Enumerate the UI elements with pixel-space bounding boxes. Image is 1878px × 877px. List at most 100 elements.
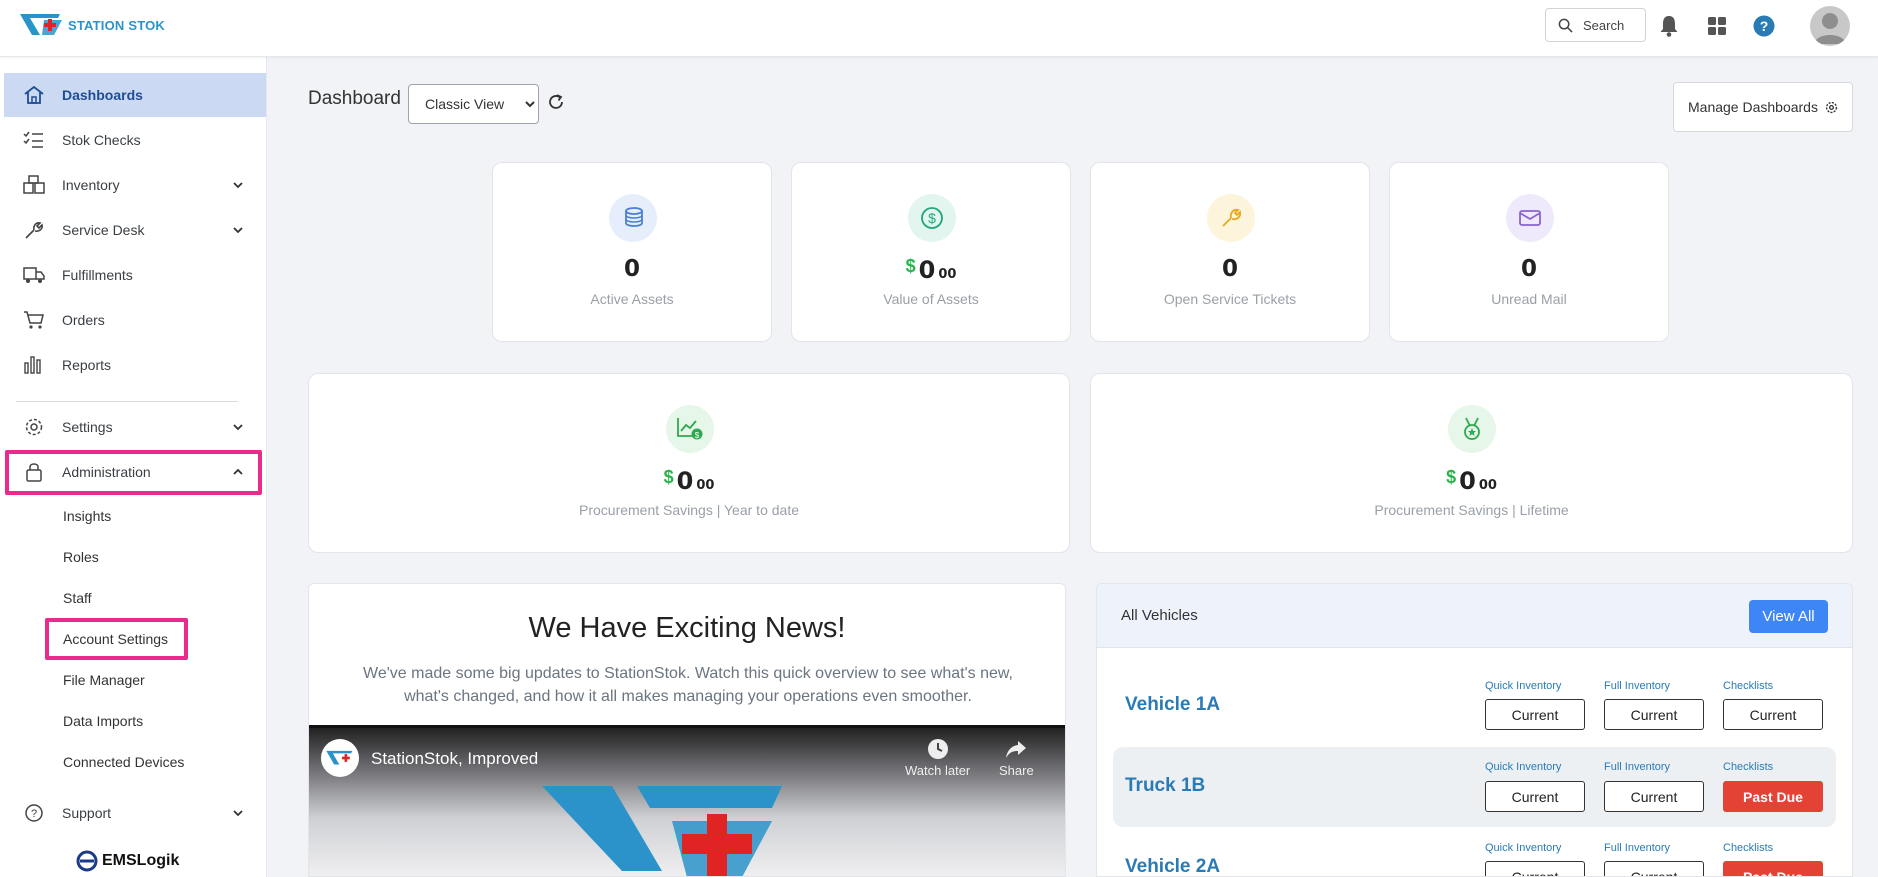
bell-icon[interactable]: [1657, 14, 1681, 38]
svg-text:$: $: [928, 210, 936, 226]
cart-icon: [24, 311, 44, 329]
sidebar-divider: [16, 401, 238, 402]
search-button[interactable]: Search: [1545, 8, 1646, 42]
procurement-savings-lifetime-label: Procurement Savings | Lifetime: [1374, 502, 1569, 518]
page-title: Dashboard: [308, 88, 401, 109]
stat-card-value-of-assets: $ $ 0 00 Value of Assets: [791, 162, 1071, 342]
full-inventory-status[interactable]: Current: [1604, 861, 1704, 876]
sidebar-item-stok-checks[interactable]: Stok Checks: [4, 118, 266, 162]
news-card: We Have Exciting News! We've made some b…: [308, 583, 1066, 877]
dollar-circle-icon: $: [908, 194, 956, 242]
checklists-status[interactable]: Past Due: [1723, 861, 1823, 876]
amount-whole: 0: [1459, 467, 1476, 495]
stat-card-active-assets: 0 Active Assets: [492, 162, 772, 342]
vehicles-card-header: All Vehicles View All: [1097, 584, 1852, 648]
sidebar-item-dashboards[interactable]: Dashboards: [4, 73, 266, 117]
watch-later-button[interactable]: Watch later: [905, 738, 970, 778]
sidebar-item-orders[interactable]: Orders: [4, 298, 266, 342]
vehicle-name[interactable]: Vehicle 2A: [1125, 856, 1220, 876]
sidebar-item-support[interactable]: ? Support: [4, 791, 266, 835]
station-stok-logo[interactable]: STATION STOK: [18, 11, 165, 39]
mail-icon: [1506, 194, 1554, 242]
vehicle-name[interactable]: Truck 1B: [1125, 775, 1205, 797]
savings-card-lifetime: $ 0 00 Procurement Savings | Lifetime: [1090, 373, 1853, 553]
sidebar-item-label: Fulfillments: [62, 267, 133, 283]
amount-whole: 0: [676, 467, 694, 495]
sidebar-subitem-insights[interactable]: Insights: [63, 508, 111, 524]
sidebar-item-inventory[interactable]: Inventory: [4, 163, 266, 207]
brand-name: STATION STOK: [68, 17, 166, 33]
chevron-up-icon: [233, 468, 243, 475]
amount-cents: 00: [938, 267, 957, 282]
svg-text:?: ?: [31, 808, 37, 820]
sidebar-subitem-file-manager[interactable]: File Manager: [63, 672, 145, 688]
sidebar-item-reports[interactable]: Reports: [4, 343, 266, 387]
share-label: Share: [999, 763, 1034, 778]
quick-inventory-status[interactable]: Current: [1485, 861, 1585, 876]
vehicle-name[interactable]: Vehicle 1A: [1125, 694, 1220, 716]
vehicle-row: Vehicle 2A Quick Inventory Full Inventor…: [1113, 828, 1836, 876]
sidebar-item-label: Settings: [62, 419, 113, 435]
emslogik-logo: EMSLogik: [75, 850, 179, 872]
sidebar-item-settings[interactable]: Settings: [4, 405, 266, 449]
video-title[interactable]: StationStok, Improved: [371, 749, 538, 769]
grid-apps-icon[interactable]: [1705, 14, 1729, 38]
top-bar: STATION STOK Search ?: [0, 0, 1878, 57]
active-assets-label: Active Assets: [590, 291, 674, 307]
chevron-down-icon: [233, 810, 243, 817]
column-label: Full Inventory: [1604, 761, 1671, 773]
manage-dashboards-button[interactable]: Manage Dashboards: [1673, 82, 1853, 132]
column-label: Quick Inventory: [1485, 680, 1562, 692]
news-text: We've made some big updates to StationSt…: [363, 665, 1013, 705]
sidebar-subitem-data-imports[interactable]: Data Imports: [63, 713, 143, 729]
checklists-status[interactable]: Current: [1723, 699, 1823, 730]
quick-inventory-status[interactable]: Current: [1485, 699, 1585, 730]
help-icon[interactable]: ?: [1752, 14, 1776, 38]
column-label: Full Inventory: [1604, 842, 1671, 854]
sidebar-item-label: Administration: [62, 464, 151, 480]
lock-icon: [26, 463, 42, 482]
avatar[interactable]: [1810, 6, 1850, 46]
sidebar-subitem-roles[interactable]: Roles: [63, 549, 99, 565]
sidebar-item-label: Inventory: [62, 177, 120, 193]
sidebar-item-administration[interactable]: Administration: [4, 450, 266, 494]
sidebar-item-service-desk[interactable]: Service Desk: [4, 208, 266, 252]
truck-icon: [23, 267, 45, 283]
view-all-button[interactable]: View All: [1749, 600, 1828, 633]
refresh-icon[interactable]: [547, 93, 565, 111]
full-inventory-status[interactable]: Current: [1604, 781, 1704, 812]
value-of-assets-label: Value of Assets: [883, 291, 979, 307]
stat-card-open-service-tickets: 0 Open Service Tickets: [1090, 162, 1370, 342]
value-of-assets-amount: $ 0 00: [792, 256, 1070, 284]
stat-card-unread-mail: 0 Unread Mail: [1389, 162, 1669, 342]
active-assets-value: 0: [623, 256, 640, 282]
video-thumbnail-logo: [542, 786, 782, 876]
quick-inventory-status[interactable]: Current: [1485, 781, 1585, 812]
full-inventory-status[interactable]: Current: [1604, 699, 1704, 730]
vehicles-card-title: All Vehicles: [1121, 607, 1198, 624]
svg-text:$: $: [695, 431, 700, 440]
sidebar-subitem-staff[interactable]: Staff: [63, 590, 92, 606]
column-label: Quick Inventory: [1485, 761, 1562, 773]
currency-symbol: $: [905, 256, 916, 276]
checklists-status[interactable]: Past Due: [1723, 781, 1823, 812]
amount-whole: 0: [918, 256, 936, 284]
svg-text:?: ?: [1760, 18, 1769, 34]
watch-later-label: Watch later: [905, 763, 971, 778]
boxes-icon: [23, 175, 45, 194]
sidebar-item-label: Dashboards: [62, 87, 143, 103]
wrench-icon: [1207, 194, 1255, 242]
sidebar-subitem-connected-devices[interactable]: Connected Devices: [63, 754, 184, 770]
share-button[interactable]: Share: [999, 738, 1034, 778]
procurement-savings-ytd-label: Procurement Savings | Year to date: [579, 502, 799, 518]
dashboard-view-select[interactable]: Classic View: [408, 84, 539, 124]
channel-avatar[interactable]: [321, 739, 359, 777]
sidebar-item-label: Service Desk: [62, 222, 145, 238]
sidebar-item-fulfillments[interactable]: Fulfillments: [4, 253, 266, 297]
gear-icon: [25, 418, 43, 436]
video-player[interactable]: StationStok, Improved Watch later Share: [309, 725, 1065, 876]
sidebar-subitem-account-settings[interactable]: Account Settings: [63, 631, 168, 647]
news-title: We Have Exciting News!: [528, 612, 846, 644]
column-label: Checklists: [1723, 680, 1774, 692]
share-icon: [1006, 741, 1027, 758]
